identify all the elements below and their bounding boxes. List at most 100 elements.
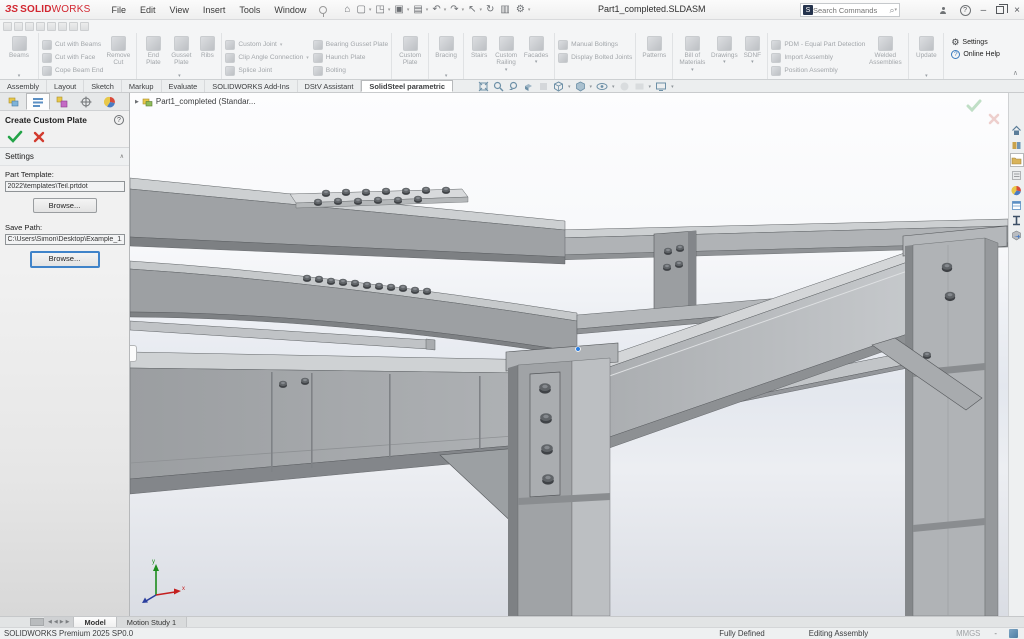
previous-view-icon[interactable] (508, 81, 519, 92)
model-tab[interactable]: Model (73, 617, 116, 627)
manual-boltings-button[interactable]: Manual Boltings (558, 39, 632, 50)
solidsteel-tools-tab[interactable] (1010, 213, 1024, 227)
remove-cut-button[interactable]: Remove Cut (103, 35, 133, 67)
next-tab-arrow[interactable]: ▶ (60, 619, 64, 625)
options-gear-icon[interactable]: ⚙ (513, 4, 528, 15)
tab-solidsteel-parametric[interactable]: SolidSteel parametric (361, 80, 453, 92)
dimxpertmanager-tab[interactable] (74, 93, 98, 110)
configurationmanager-tab[interactable] (50, 93, 74, 110)
help-icon[interactable]: ? (960, 5, 971, 16)
position-assembly-button[interactable]: Position Assembly (771, 65, 865, 76)
part-template-field[interactable] (5, 181, 125, 192)
featuremanager-tree-tab[interactable] (2, 93, 26, 110)
display-bolted-joints-button[interactable]: Display Bolted Joints (558, 52, 632, 63)
mini-tool-icon[interactable] (69, 22, 78, 31)
cope-beam-end-button[interactable]: Cope Beam End (42, 65, 103, 76)
first-tab-arrow[interactable]: ◀ (48, 619, 52, 625)
resources-home-tab[interactable] (1010, 123, 1024, 137)
haunch-plate-button[interactable]: Haunch Plate (313, 52, 388, 63)
update-button[interactable]: Update (912, 35, 940, 59)
pin-menu-icon[interactable] (319, 6, 327, 14)
left-haunch[interactable] (440, 448, 518, 528)
mini-tool-icon[interactable] (47, 22, 56, 31)
menu-edit[interactable]: Edit (133, 5, 163, 15)
menu-insert[interactable]: Insert (196, 5, 233, 15)
patterns-button[interactable]: Patterns (639, 35, 669, 59)
last-tab-arrow[interactable]: ▶ (66, 619, 70, 625)
mini-tool-icon[interactable] (14, 22, 23, 31)
select-icon[interactable]: ↖ (465, 4, 479, 15)
rebuild-icon[interactable]: ↻ (483, 4, 497, 15)
mini-tool-icon[interactable] (58, 22, 67, 31)
cut-with-beams-button[interactable]: Cut with Beams (42, 39, 103, 50)
mini-tool-icon[interactable] (3, 22, 12, 31)
undo-icon[interactable]: ↶ (429, 4, 443, 15)
menu-tools[interactable]: Tools (232, 5, 267, 15)
user-account-icon[interactable] (939, 5, 950, 16)
feature-tree-flyout[interactable]: ▶ Part1_completed (Standar... (135, 96, 255, 107)
clip-angle-connection-button[interactable]: Clip Angle Connection▾ (225, 52, 308, 63)
mini-tool-icon[interactable] (25, 22, 34, 31)
pdm-equal-part-detection-button[interactable]: PDM - Equal Part Detection (771, 39, 865, 50)
new-document-icon[interactable]: ▢ (353, 4, 368, 15)
prev-tab-arrow[interactable]: ◀ (54, 619, 58, 625)
mini-tool-icon[interactable] (36, 22, 45, 31)
export-cube-tab[interactable] (1010, 228, 1024, 242)
sdnf-button[interactable]: SDNF ▾ (740, 35, 764, 66)
settings-section-header[interactable]: Settings ∧ (0, 148, 129, 166)
search-box[interactable]: S ⌕ ▾ (800, 3, 900, 17)
status-tag-icon[interactable] (1009, 629, 1018, 638)
displaymanager-tab[interactable] (98, 93, 122, 110)
confirm-cancel-corner[interactable] (988, 113, 1000, 125)
cut-with-face-button[interactable]: Cut with Face (42, 52, 103, 63)
splice-joint-button[interactable]: Splice Joint (225, 65, 308, 76)
print-icon[interactable]: ▤ (410, 4, 425, 15)
units-indicator[interactable]: MMGS (956, 629, 980, 638)
file-explorer-tab[interactable] (1010, 153, 1024, 167)
beams-button[interactable]: Beams (3, 35, 35, 59)
import-assembly-button[interactable]: Import Assembly (771, 52, 865, 63)
zoom-to-fit-icon[interactable] (478, 81, 489, 92)
bill-of-materials-button[interactable]: Bill of Materials ▾ (676, 35, 708, 73)
apply-scene-icon[interactable] (634, 81, 645, 92)
right-column[interactable] (903, 226, 1007, 616)
hide-show-items-icon[interactable] (596, 81, 608, 92)
welded-assemblies-button[interactable]: Welded Assemblies (865, 35, 905, 67)
appearances-scenes-tab[interactable] (1010, 183, 1024, 197)
design-library-tab[interactable] (1010, 138, 1024, 152)
search-input[interactable] (813, 6, 889, 15)
menu-view[interactable]: View (162, 5, 195, 15)
file-properties-icon[interactable]: ▥ (497, 4, 512, 15)
section-view-icon[interactable] (523, 81, 534, 92)
open-icon[interactable]: ◳ (372, 4, 387, 15)
facades-button[interactable]: Facades ▾ (521, 35, 551, 66)
minimize-button[interactable]: – (981, 5, 987, 16)
bracing-button[interactable]: Bracing (432, 35, 460, 59)
ribs-button[interactable]: Ribs (196, 35, 218, 59)
bolting-button[interactable]: Bolting (313, 65, 388, 76)
tab-assembly[interactable]: Assembly (0, 80, 47, 92)
display-style-icon[interactable] (575, 81, 586, 92)
ok-check-button[interactable] (7, 130, 23, 143)
motion-study-tab[interactable]: Motion Study 1 (117, 617, 187, 627)
custom-plate-button[interactable]: Custom Plate (395, 35, 425, 67)
edit-appearance-icon[interactable] (619, 81, 630, 92)
top-left-beam[interactable] (130, 178, 565, 264)
tab-solidworks-add-ins[interactable]: SOLIDWORKS Add-Ins (205, 80, 297, 92)
save-path-field[interactable] (5, 234, 125, 245)
ribbon-collapse-chevron[interactable]: ∧ (1013, 69, 1018, 77)
end-plate-button[interactable]: End Plate (140, 35, 166, 67)
browse-save-path-button[interactable]: Browse... (30, 251, 100, 268)
tab-markup[interactable]: Markup (122, 80, 162, 92)
model-canvas[interactable]: y x (130, 93, 1008, 616)
menu-window[interactable]: Window (267, 5, 313, 15)
stairs-button[interactable]: Stairs (467, 35, 491, 59)
close-button[interactable]: × (1014, 5, 1020, 16)
center-column[interactable] (506, 343, 618, 616)
propertymanager-tab[interactable] (26, 93, 50, 110)
dynamic-annotation-icon[interactable] (538, 81, 549, 92)
tab-evaluate[interactable]: Evaluate (162, 80, 206, 92)
confirm-ok-corner[interactable] (966, 99, 982, 112)
tab-layout[interactable]: Layout (47, 80, 84, 92)
mini-tool-icon[interactable] (80, 22, 89, 31)
